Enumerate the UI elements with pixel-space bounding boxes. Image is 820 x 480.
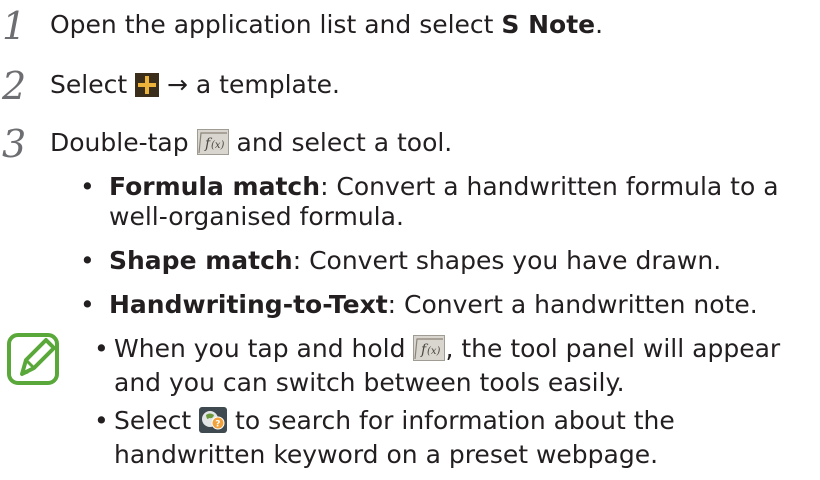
- bullet-icon: •: [80, 172, 95, 201]
- tool-description: : Convert a handwritten note.: [387, 290, 758, 319]
- step-text-part: → a template.: [159, 70, 340, 99]
- app-name: S Note: [501, 10, 596, 39]
- note-text-line2: and you can switch between tools easily.: [114, 368, 625, 397]
- step-text-part: Select: [50, 70, 136, 99]
- step-number: 2: [2, 64, 27, 108]
- step-number: 1: [2, 4, 27, 48]
- step-text: Select → a template.: [50, 70, 340, 104]
- svg-text:?: ?: [215, 420, 220, 430]
- formula-tool-icon: f (x): [413, 335, 446, 368]
- step-text: Open the application list and select S N…: [50, 10, 603, 40]
- list-item-body: When you tap and hold f (x), the tool pan…: [114, 334, 818, 398]
- step-text: Double-tap f (x) and select a tool.: [50, 128, 452, 162]
- tool-description: : Convert shapes you have drawn.: [292, 246, 722, 275]
- note-text-part: , the tool panel will appear: [445, 334, 781, 363]
- note-text-line2: handwritten keyword on a preset webpage.: [114, 440, 659, 469]
- bullet-icon: •: [80, 246, 95, 275]
- step-text-part: and select a tool.: [228, 128, 453, 157]
- formula-tool-icon: f (x): [196, 129, 229, 162]
- tool-description-line2: well-organised formula.: [109, 202, 404, 231]
- bullet-icon: •: [94, 334, 109, 363]
- note-text-part: to search for information about the: [227, 406, 675, 435]
- svg-text:(x): (x): [211, 140, 225, 151]
- step-text-part: Double-tap: [50, 128, 197, 157]
- tool-name: Handwriting-to-Text: [109, 290, 388, 319]
- step-text-part: .: [595, 10, 604, 39]
- tool-name: Formula match: [109, 172, 321, 201]
- tool-description: : Convert a handwritten formula to a: [320, 172, 779, 201]
- list-item-body: Formula match: Convert a handwritten for…: [109, 172, 809, 232]
- step-number: 3: [2, 122, 27, 166]
- note-text-part: Select: [114, 406, 200, 435]
- note-icon: [6, 332, 62, 392]
- list-item-body: Handwriting-to-Text: Convert a handwritt…: [109, 290, 809, 320]
- note-text-part: When you tap and hold: [114, 334, 414, 363]
- bullet-icon: •: [94, 406, 109, 435]
- list-item-body: Select ? to search for information about…: [114, 406, 818, 470]
- web-search-icon: ?: [199, 407, 228, 440]
- svg-text:(x): (x): [427, 346, 441, 357]
- add-icon: [135, 73, 160, 104]
- tool-name: Shape match: [109, 246, 293, 275]
- list-item-body: Shape match: Convert shapes you have dra…: [109, 246, 809, 276]
- bullet-icon: •: [80, 290, 95, 319]
- step-text-part: Open the application list and select: [50, 10, 502, 39]
